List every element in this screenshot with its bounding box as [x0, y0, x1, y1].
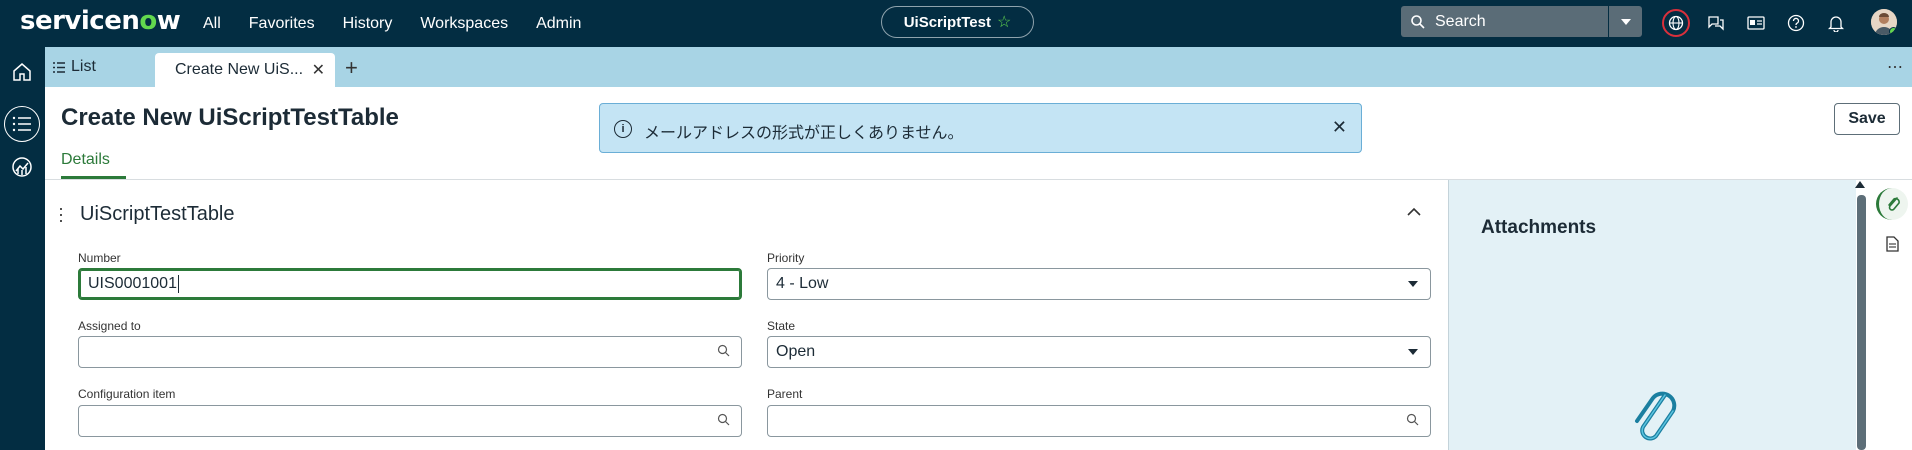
- attachment-panel-icon[interactable]: [1876, 188, 1908, 220]
- number-value: UIS0001001: [88, 275, 177, 292]
- assigned-to-field[interactable]: [78, 336, 742, 368]
- tab-list[interactable]: List: [53, 47, 96, 87]
- side-panel-rail: [1870, 180, 1912, 450]
- globe-icon[interactable]: [1662, 9, 1690, 37]
- page-title: Create New UiScriptTestTable: [61, 104, 399, 131]
- list-tab-icon: [53, 61, 65, 73]
- parent-field[interactable]: [767, 405, 1431, 437]
- add-tab-button[interactable]: +: [345, 55, 358, 81]
- more-options-icon[interactable]: ⋯: [1887, 57, 1904, 77]
- lookup-search-icon[interactable]: [717, 413, 731, 427]
- drag-handle-icon[interactable]: · · ·: [58, 199, 64, 229]
- logo-text-start: servicen: [20, 6, 140, 36]
- chevron-down-icon: [1408, 349, 1418, 355]
- search-icon: [1411, 14, 1425, 29]
- card-icon[interactable]: [1742, 9, 1770, 37]
- search-placeholder: Search: [1435, 12, 1486, 30]
- close-tab-icon[interactable]: ✕: [312, 60, 325, 80]
- number-label: Number: [78, 251, 121, 265]
- logo-text-o: o: [139, 6, 157, 36]
- presence-indicator: [1889, 27, 1897, 35]
- servicenow-logo[interactable]: servicenow: [20, 6, 181, 36]
- home-icon[interactable]: [4, 54, 40, 90]
- text-cursor: [177, 275, 179, 293]
- search-scope-dropdown[interactable]: [1609, 6, 1642, 37]
- menu-favorites[interactable]: Favorites: [249, 15, 315, 33]
- help-icon[interactable]: [1782, 9, 1810, 37]
- number-field[interactable]: UIS0001001: [78, 268, 742, 300]
- user-avatar[interactable]: [1871, 9, 1897, 35]
- tab-details[interactable]: Details: [61, 151, 110, 169]
- global-search[interactable]: Search: [1401, 6, 1608, 37]
- chat-icon[interactable]: [1702, 9, 1730, 37]
- attachments-title: Attachments: [1481, 217, 1597, 238]
- context-pill[interactable]: UiScriptTest ☆: [881, 6, 1034, 38]
- priority-label: Priority: [767, 251, 805, 265]
- top-navigation: servicenow All Favorites History Workspa…: [0, 0, 1912, 47]
- scrollbar-thumb[interactable]: [1857, 195, 1866, 450]
- tab-list-label: List: [71, 58, 96, 75]
- attachments-panel: Attachments: [1448, 180, 1860, 450]
- configuration-item-field[interactable]: [78, 405, 742, 437]
- menu-workspaces[interactable]: Workspaces: [420, 15, 508, 33]
- state-select[interactable]: Open: [767, 336, 1431, 368]
- assigned-to-label: Assigned to: [78, 319, 141, 333]
- section-title: UiScriptTestTable: [80, 203, 235, 225]
- configuration-item-label: Configuration item: [78, 387, 176, 401]
- menu-history[interactable]: History: [343, 15, 393, 33]
- state-label: State: [767, 319, 796, 333]
- toast-message: メールアドレスの形式が正しくありません。: [644, 123, 964, 142]
- priority-value: 4 - Low: [776, 275, 829, 292]
- analytics-icon[interactable]: [4, 149, 40, 185]
- context-label: UiScriptTest: [903, 13, 991, 31]
- left-rail: [0, 47, 45, 450]
- menu-admin[interactable]: Admin: [536, 15, 581, 33]
- close-toast-icon[interactable]: ✕: [1332, 117, 1347, 138]
- scroll-up-icon[interactable]: [1855, 181, 1865, 188]
- save-button[interactable]: Save: [1834, 103, 1900, 135]
- priority-select[interactable]: 4 - Low: [767, 268, 1431, 300]
- bell-icon[interactable]: [1822, 9, 1850, 37]
- list-icon[interactable]: [4, 106, 40, 142]
- main-menu: All Favorites History Workspaces Admin: [203, 0, 609, 47]
- logo-text-end: w: [156, 6, 181, 36]
- collapse-section-icon[interactable]: [1407, 203, 1421, 221]
- tab-create-new-label: Create New UiS...: [175, 61, 304, 78]
- tab-bar: List Create New UiS... ✕ + ⋯: [45, 47, 1912, 87]
- lookup-search-icon[interactable]: [1406, 413, 1420, 427]
- parent-label: Parent: [767, 387, 803, 401]
- info-icon: i: [614, 120, 632, 138]
- error-toast: i メールアドレスの形式が正しくありません。 ✕: [599, 103, 1362, 153]
- chevron-down-icon: [1620, 18, 1631, 25]
- menu-all[interactable]: All: [203, 15, 221, 33]
- favorite-star-icon[interactable]: ☆: [997, 12, 1011, 32]
- tab-create-new[interactable]: Create New UiS... ✕: [155, 53, 335, 87]
- chevron-down-icon: [1408, 281, 1418, 287]
- state-value: Open: [776, 343, 816, 360]
- document-icon[interactable]: [1876, 228, 1908, 260]
- lookup-search-icon[interactable]: [717, 344, 731, 358]
- paperclip-icon: [1635, 391, 1677, 441]
